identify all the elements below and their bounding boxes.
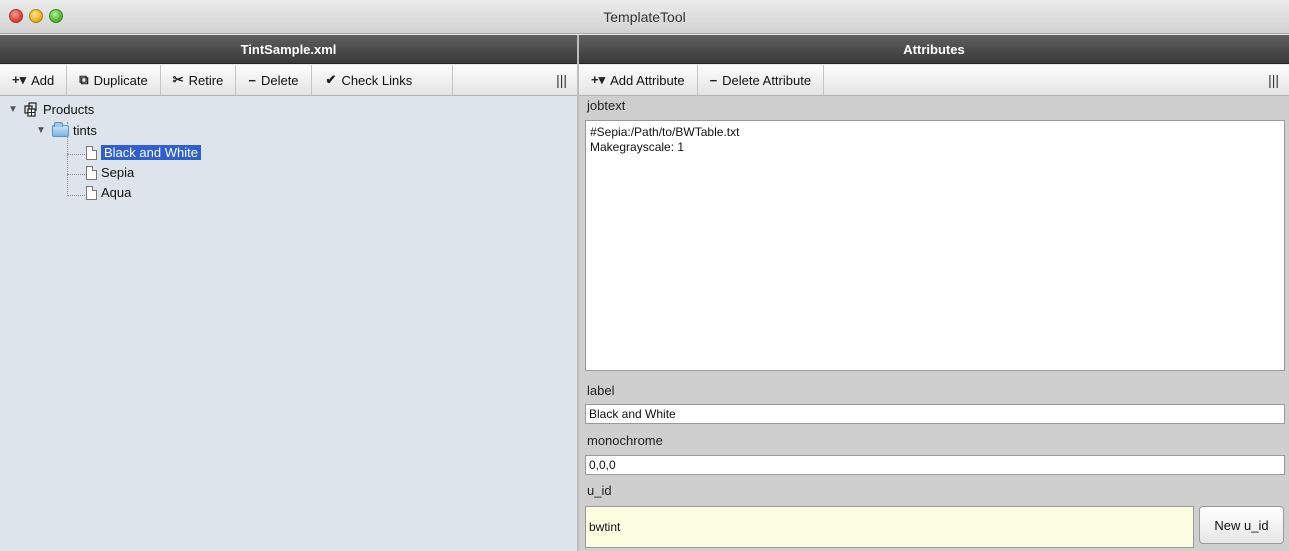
attributes-panel: jobtext #Sepia:/Path/to/BWTable.txt Make… bbox=[579, 96, 1289, 551]
duplicate-button-label: Duplicate bbox=[93, 72, 148, 88]
jobtext-label: jobtext bbox=[587, 98, 626, 113]
check-icon: ✔ bbox=[325, 72, 337, 87]
tree-node-label: Aqua bbox=[101, 185, 132, 200]
tree-toolbar: +▾ Add ⧉ Duplicate ✂ Retire − Delete ✔ C… bbox=[0, 65, 577, 96]
tree-node-label: Products bbox=[43, 102, 95, 117]
check-links-button[interactable]: ✔ Check Links bbox=[312, 65, 454, 95]
plus-dropdown-icon: +▾ bbox=[591, 72, 606, 87]
tree-connector bbox=[67, 154, 85, 155]
expand-triangle-icon[interactable]: ▼ bbox=[8, 104, 20, 115]
product-tree: ▼ Products ▼ tints Black and White Sepia… bbox=[0, 96, 577, 551]
tree-node-label: tints bbox=[73, 123, 97, 138]
tree-node-label: Sepia bbox=[101, 165, 135, 180]
window-title-bar: TemplateTool bbox=[0, 0, 1289, 34]
tree-node-sepia[interactable]: Sepia bbox=[86, 163, 134, 182]
tree-node-black-and-white[interactable]: Black and White bbox=[86, 143, 201, 162]
delete-button-label: Delete bbox=[260, 72, 299, 88]
label-field-label: label bbox=[587, 383, 615, 398]
expand-triangle-icon[interactable]: ▼ bbox=[36, 125, 48, 136]
products-icon bbox=[24, 102, 39, 117]
monochrome-label: monochrome bbox=[587, 433, 663, 448]
minus-icon: − bbox=[248, 72, 256, 88]
toolbar-overflow-grip[interactable]: ||| bbox=[546, 65, 577, 95]
add-button-label: Add bbox=[31, 72, 55, 88]
u-id-input[interactable]: bwtint bbox=[585, 506, 1194, 548]
retire-button[interactable]: ✂ Retire bbox=[161, 65, 237, 95]
add-attribute-button[interactable]: +▾ Add Attribute bbox=[579, 65, 698, 95]
tree-connector bbox=[67, 174, 85, 175]
tree-connector bbox=[67, 195, 85, 196]
tree-node-label: Black and White bbox=[101, 145, 201, 160]
duplicate-button[interactable]: ⧉ Duplicate bbox=[67, 65, 161, 95]
jobtext-textarea[interactable]: #Sepia:/Path/to/BWTable.txt Makegrayscal… bbox=[585, 120, 1285, 371]
document-icon bbox=[86, 145, 97, 160]
delete-attribute-button[interactable]: − Delete Attribute bbox=[698, 65, 825, 95]
delete-button[interactable]: − Delete bbox=[236, 65, 312, 95]
retire-icon: ✂ bbox=[172, 72, 184, 87]
check-links-button-label: Check Links bbox=[341, 72, 413, 88]
retire-button-label: Retire bbox=[188, 72, 224, 88]
add-attribute-button-label: Add Attribute bbox=[610, 72, 685, 88]
label-input[interactable]: Black and White bbox=[585, 404, 1285, 424]
monochrome-input[interactable]: 0,0,0 bbox=[585, 455, 1285, 475]
document-icon bbox=[86, 185, 97, 200]
duplicate-icon: ⧉ bbox=[79, 72, 89, 87]
attributes-panel-header: Attributes bbox=[579, 35, 1289, 64]
tree-panel-header: TintSample.xml bbox=[0, 35, 577, 64]
tree-node-products[interactable]: ▼ Products bbox=[8, 100, 94, 119]
toolbar-overflow-grip[interactable]: ||| bbox=[1258, 65, 1289, 95]
folder-icon bbox=[52, 121, 69, 137]
tree-node-tints[interactable]: ▼ tints bbox=[36, 121, 97, 140]
add-button[interactable]: +▾ Add bbox=[0, 65, 68, 95]
minus-icon: − bbox=[709, 72, 718, 88]
new-u-id-button[interactable]: New u_id bbox=[1199, 506, 1284, 544]
attributes-toolbar: +▾ Add Attribute − Delete Attribute ||| bbox=[579, 65, 1289, 96]
tree-node-aqua[interactable]: Aqua bbox=[86, 183, 131, 202]
window-title: TemplateTool bbox=[603, 9, 686, 25]
document-icon bbox=[86, 165, 97, 180]
delete-attribute-button-label: Delete Attribute bbox=[722, 72, 812, 88]
u-id-label: u_id bbox=[587, 483, 612, 498]
plus-dropdown-icon: +▾ bbox=[12, 72, 27, 87]
